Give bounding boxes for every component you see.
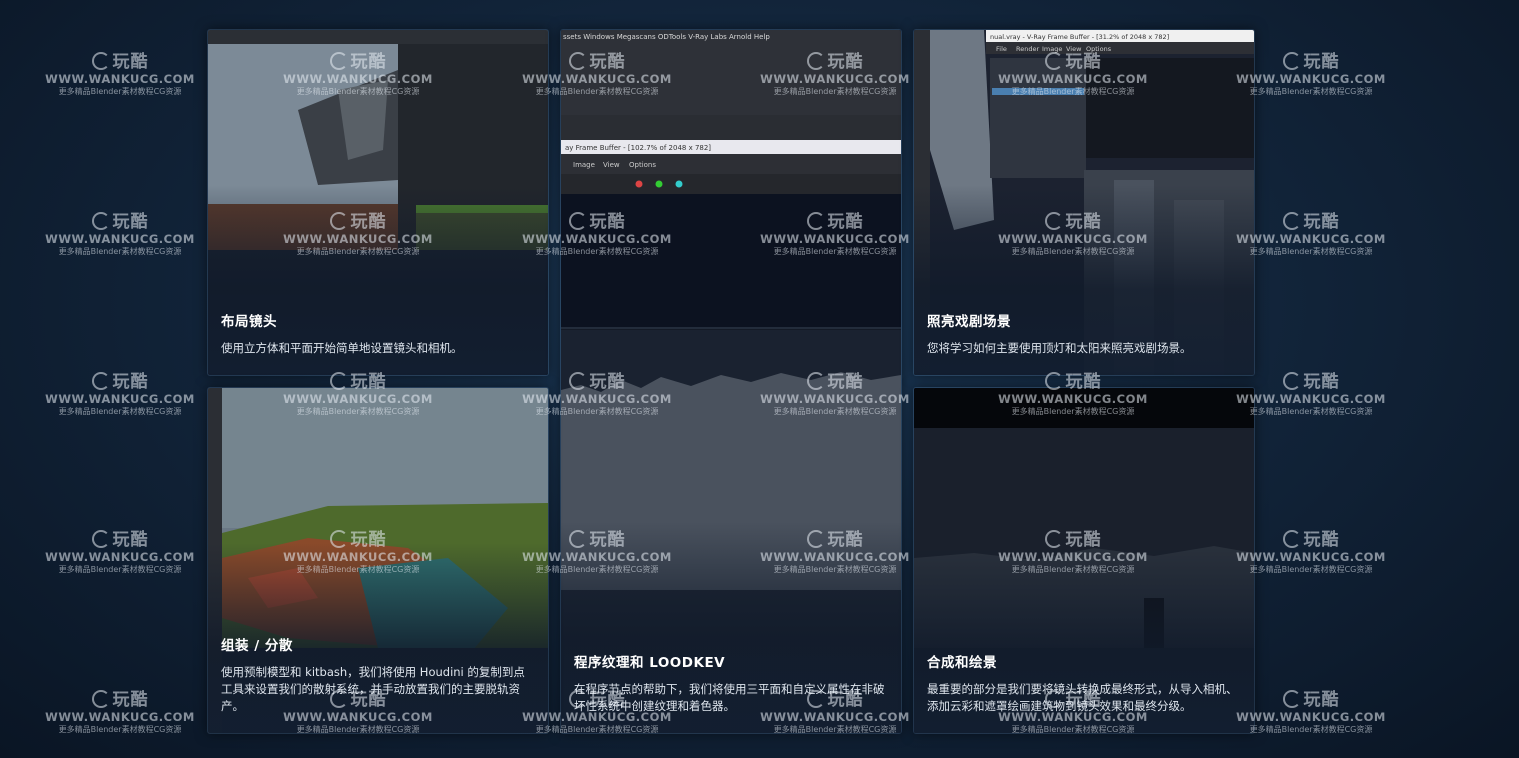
card-info: 组装 / 分散 使用预制模型和 kitbash，我们将使用 Houdini 的复… <box>221 634 535 715</box>
card-info: 合成和绘景 最重要的部分是我们要将镜头转换成最终形式，从导入相机、添加云彩和遮罩… <box>927 651 1241 715</box>
watermark-logo: 玩酷 <box>1231 690 1391 710</box>
card-description: 使用预制模型和 kitbash，我们将使用 Houdini 的复制到点工具来设置… <box>221 665 525 713</box>
watermark-logo-icon <box>1282 372 1301 390</box>
watermark-subtitle: 更多精品Blender素材教程CG资源 <box>1249 565 1373 574</box>
course-card-assembly-scatter[interactable]: 组装 / 分散 使用预制模型和 kitbash，我们将使用 Houdini 的复… <box>207 387 549 734</box>
card-info: 照亮戏剧场景 您将学习如何主要使用顶灯和太阳来照亮戏剧场景。 <box>927 310 1241 357</box>
course-card-lighting[interactable]: nual.vray - V-Ray Frame Buffer - [31.2% … <box>913 29 1255 376</box>
watermark: 玩酷 WWW.WANKUCG.COM 更多精品Blender素材教程CG资源 <box>1231 52 1391 97</box>
watermark-subtitle: 更多精品Blender素材教程CG资源 <box>1249 725 1373 734</box>
watermark-logo: 玩酷 <box>40 212 200 232</box>
card-title: 合成和绘景 <box>927 655 997 671</box>
watermark-url: WWW.WANKUCG.COM <box>1236 392 1386 406</box>
watermark-logo-icon <box>91 52 110 70</box>
watermark-logo-icon <box>1282 52 1301 70</box>
fb-menu-view: View <box>1066 45 1082 53</box>
card-title: 程序纹理和 LOODKEV <box>574 655 726 671</box>
card-title: 布局镜头 <box>221 314 277 330</box>
watermark-url: WWW.WANKUCG.COM <box>1236 550 1386 564</box>
card-title: 照亮戏剧场景 <box>927 314 1011 330</box>
watermark-logo-icon <box>1282 690 1301 708</box>
watermark: 玩酷 WWW.WANKUCG.COM 更多精品Blender素材教程CG资源 <box>1231 690 1391 735</box>
watermark-logo-icon <box>91 372 110 390</box>
watermark: 玩酷 WWW.WANKUCG.COM 更多精品Blender素材教程CG资源 <box>40 690 200 735</box>
fb-menu-options: Options <box>629 161 656 169</box>
watermark-subtitle: 更多精品Blender素材教程CG资源 <box>58 565 182 574</box>
watermark: 玩酷 WWW.WANKUCG.COM 更多精品Blender素材教程CG资源 <box>1231 530 1391 575</box>
watermark: 玩酷 WWW.WANKUCG.COM 更多精品Blender素材教程CG资源 <box>1231 372 1391 417</box>
fb-menu-file: File <box>996 45 1007 53</box>
watermark-logo-text: 玩酷 <box>112 530 149 550</box>
watermark-subtitle: 更多精品Blender素材教程CG资源 <box>1249 407 1373 416</box>
watermark-logo: 玩酷 <box>1231 530 1391 550</box>
watermark-url: WWW.WANKUCG.COM <box>45 232 195 246</box>
watermark-logo-icon <box>1282 212 1301 230</box>
watermark-logo-text: 玩酷 <box>1303 212 1340 232</box>
watermark-subtitle: 更多精品Blender素材教程CG资源 <box>58 247 182 256</box>
watermark-logo-text: 玩酷 <box>112 212 149 232</box>
watermark-subtitle: 更多精品Blender素材教程CG资源 <box>58 725 182 734</box>
watermark-url: WWW.WANKUCG.COM <box>1236 72 1386 86</box>
watermark-subtitle: 更多精品Blender素材教程CG资源 <box>1249 247 1373 256</box>
card-description: 最重要的部分是我们要将镜头转换成最终形式，从导入相机、添加云彩和遮罩绘画建筑物到… <box>927 682 1238 713</box>
watermark-subtitle: 更多精品Blender素材教程CG资源 <box>58 87 182 96</box>
watermark-url: WWW.WANKUCG.COM <box>45 392 195 406</box>
frame-buffer-title: ay Frame Buffer - [102.7% of 2048 x 782] <box>565 144 711 152</box>
card-description: 在程序节点的帮助下，我们将使用三平面和自定义属性在非破坏性系统中创建纹理和着色器… <box>574 682 885 713</box>
course-card-layout-shot[interactable]: 布局镜头 使用立方体和平面开始简单地设置镜头和相机。 <box>207 29 549 376</box>
watermark-logo: 玩酷 <box>1231 372 1391 392</box>
course-card-compositing[interactable]: 合成和绘景 最重要的部分是我们要将镜头转换成最终形式，从导入相机、添加云彩和遮罩… <box>913 387 1255 734</box>
watermark-logo-icon <box>91 530 110 548</box>
watermark-url: WWW.WANKUCG.COM <box>1236 232 1386 246</box>
fb-menu-image: Image <box>1042 45 1062 53</box>
card-description: 使用立方体和平面开始简单地设置镜头和相机。 <box>221 341 463 355</box>
watermark-url: WWW.WANKUCG.COM <box>45 550 195 564</box>
watermark-logo: 玩酷 <box>40 52 200 72</box>
watermark: 玩酷 WWW.WANKUCG.COM 更多精品Blender素材教程CG资源 <box>1231 212 1391 257</box>
card-description: 您将学习如何主要使用顶灯和太阳来照亮戏剧场景。 <box>927 341 1192 355</box>
watermark: 玩酷 WWW.WANKUCG.COM 更多精品Blender素材教程CG资源 <box>40 212 200 257</box>
watermark: 玩酷 WWW.WANKUCG.COM 更多精品Blender素材教程CG资源 <box>40 52 200 97</box>
fb-menu-view: View <box>603 161 620 169</box>
course-card-procedural-texture[interactable]: ssets Windows Megascans ODTools V-Ray La… <box>560 29 902 734</box>
watermark-url: WWW.WANKUCG.COM <box>45 710 195 724</box>
watermark-url: WWW.WANKUCG.COM <box>45 72 195 86</box>
watermark-subtitle: 更多精品Blender素材教程CG资源 <box>58 407 182 416</box>
card-info: 程序纹理和 LOODKEV 在程序节点的帮助下，我们将使用三平面和自定义属性在非… <box>574 651 888 715</box>
watermark-url: WWW.WANKUCG.COM <box>1236 710 1386 724</box>
watermark-logo-text: 玩酷 <box>112 372 149 392</box>
watermark-logo-text: 玩酷 <box>1303 372 1340 392</box>
watermark-logo: 玩酷 <box>40 372 200 392</box>
watermark-logo-text: 玩酷 <box>1303 690 1340 710</box>
watermark-logo-icon <box>91 690 110 708</box>
fb-menu-options: Options <box>1086 45 1112 53</box>
watermark-logo: 玩酷 <box>40 530 200 550</box>
fb-menu-image: Image <box>573 161 595 169</box>
card-info: 布局镜头 使用立方体和平面开始简单地设置镜头和相机。 <box>221 310 535 357</box>
watermark-logo-text: 玩酷 <box>1303 52 1340 72</box>
maya-menu-bar: ssets Windows Megascans ODTools V-Ray La… <box>563 33 770 41</box>
watermark-logo-icon <box>91 212 110 230</box>
fb-menu-render: Render <box>1016 45 1039 53</box>
watermark-logo: 玩酷 <box>1231 212 1391 232</box>
watermark-logo-text: 玩酷 <box>112 690 149 710</box>
watermark: 玩酷 WWW.WANKUCG.COM 更多精品Blender素材教程CG资源 <box>40 372 200 417</box>
watermark-logo: 玩酷 <box>1231 52 1391 72</box>
watermark-logo-text: 玩酷 <box>1303 530 1340 550</box>
watermark-logo: 玩酷 <box>40 690 200 710</box>
watermark-logo-text: 玩酷 <box>112 52 149 72</box>
watermark-logo-icon <box>1282 530 1301 548</box>
frame-buffer-title: nual.vray - V-Ray Frame Buffer - [31.2% … <box>990 33 1169 41</box>
watermark: 玩酷 WWW.WANKUCG.COM 更多精品Blender素材教程CG资源 <box>40 530 200 575</box>
card-title: 组装 / 分散 <box>221 638 293 654</box>
watermark-subtitle: 更多精品Blender素材教程CG资源 <box>1249 87 1373 96</box>
